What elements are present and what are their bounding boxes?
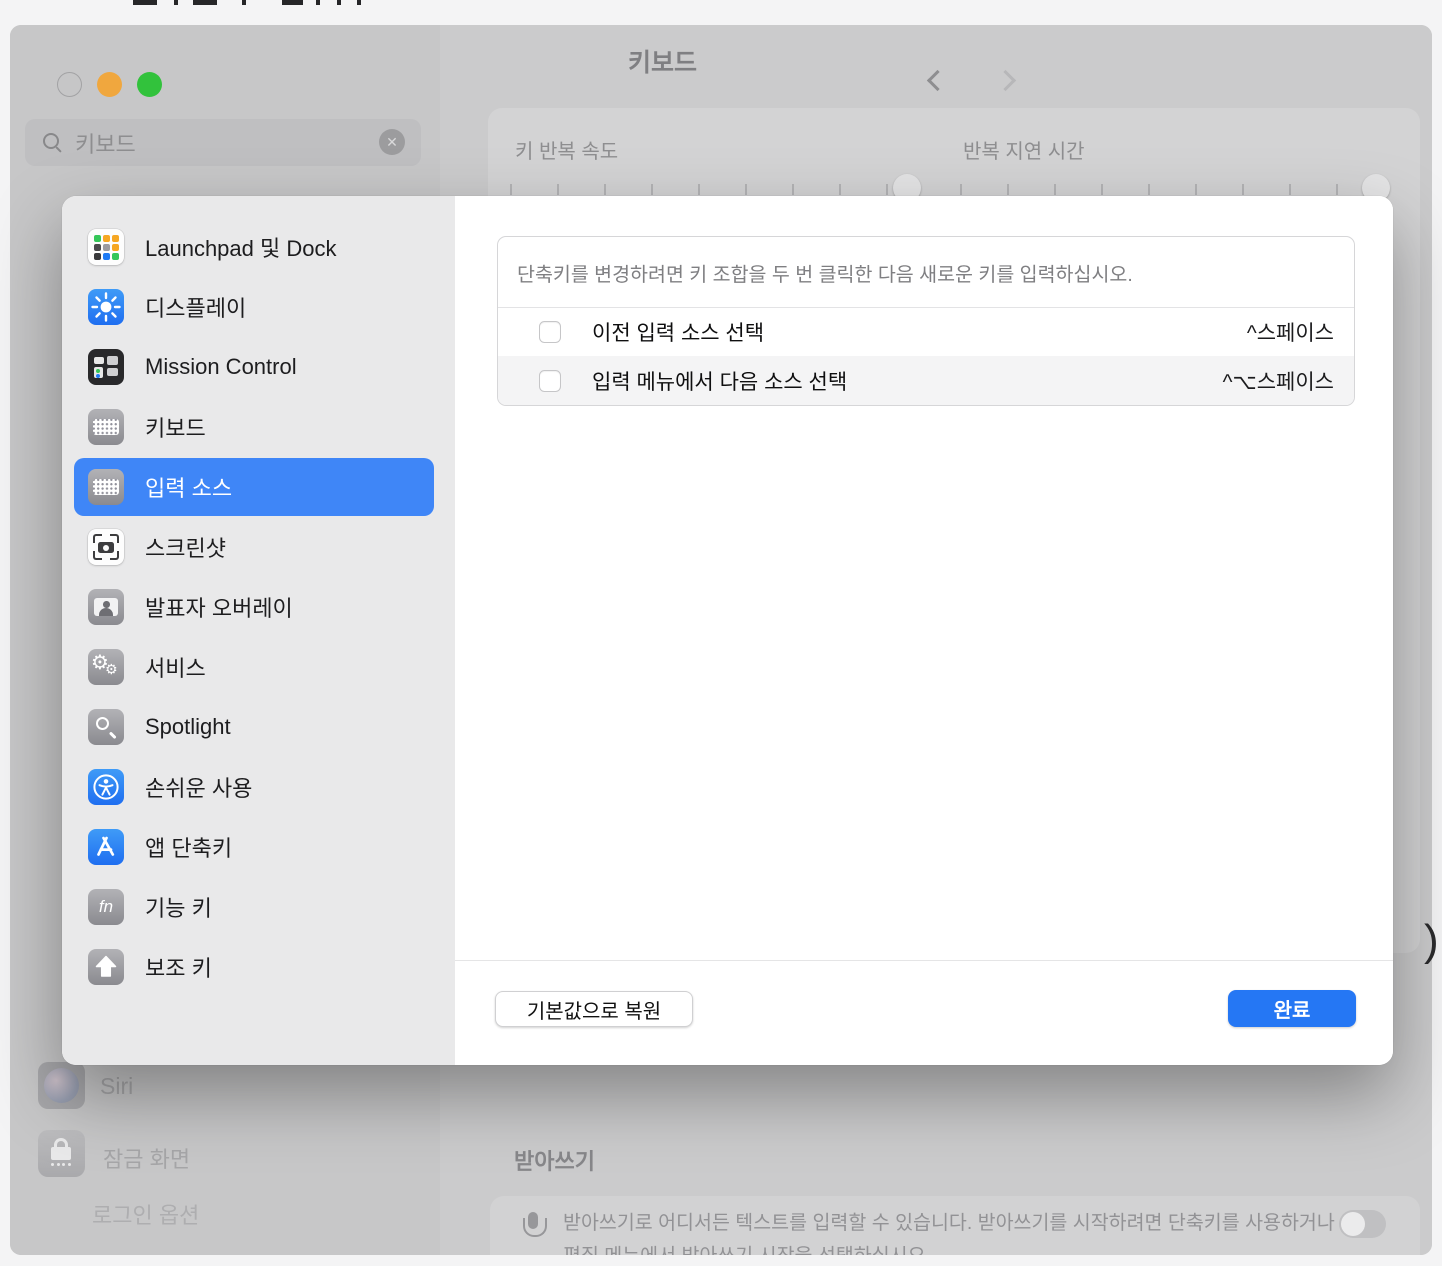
- shortcuts-content: 단축키를 변경하려면 키 조합을 두 번 클릭한 다음 새로운 키를 입력하십시…: [455, 196, 1393, 1065]
- repeat-delay-label: 반복 지연 시간: [963, 135, 1085, 164]
- done-button[interactable]: 완료: [1228, 990, 1356, 1027]
- sidebar-item-modifier-keys[interactable]: 보조 키: [74, 938, 434, 996]
- shortcut-checkbox[interactable]: [539, 370, 561, 392]
- sidebar-item-app-shortcuts[interactable]: 앱 단축키: [74, 818, 434, 876]
- shortcut-keys[interactable]: ^스페이스: [1247, 317, 1334, 347]
- page-title: 키보드: [628, 43, 697, 79]
- keyboard-icon: [88, 409, 124, 445]
- dictation-panel: 받아쓰기로 어디서든 텍스트를 입력할 수 있습니다. 받아쓰기를 시작하려면 …: [490, 1196, 1420, 1255]
- sidebar-item-lock-screen[interactable]: 잠금 화면: [103, 1142, 190, 1174]
- forward-chevron-icon[interactable]: [995, 70, 1016, 91]
- traffic-close-button[interactable]: [57, 72, 82, 97]
- restore-defaults-button[interactable]: 기본값으로 복원: [495, 991, 693, 1027]
- sidebar-item-accessibility[interactable]: 손쉬운 사용: [74, 758, 434, 816]
- search-icon: [43, 133, 63, 153]
- input-sources-keyboard-icon: [88, 469, 124, 505]
- shortcuts-instruction: 단축키를 변경하려면 키 조합을 두 번 클릭한 다음 새로운 키를 입력하십시…: [498, 237, 1354, 308]
- mission-control-icon: [88, 349, 124, 385]
- repeat-delay-slider-ticks: [960, 184, 1345, 195]
- search-value: 키보드: [75, 127, 136, 159]
- shift-arrow-icon: [88, 949, 124, 985]
- sidebar-item-services[interactable]: ⚙⚙ 서비스: [74, 638, 434, 696]
- sidebar-item-keyboard[interactable]: 키보드: [74, 398, 434, 456]
- services-gears-icon: ⚙⚙: [88, 649, 124, 685]
- traffic-zoom-button[interactable]: [137, 72, 162, 97]
- traffic-minimize-button[interactable]: [97, 72, 122, 97]
- sidebar-item-login-options[interactable]: 로그인 옵션: [92, 1198, 199, 1230]
- sidebar-item-display[interactable]: 디스플레이: [74, 278, 434, 336]
- sidebar-item-siri[interactable]: Siri: [100, 1073, 133, 1100]
- keyboard-shortcuts-sheet: Launchpad 및 Dock 디스플레이: [62, 196, 1393, 1065]
- dictation-description: 받아쓰기로 어디서든 텍스트를 입력할 수 있습니다. 받아쓰기를 시작하려면 …: [563, 1207, 1353, 1255]
- shortcut-keys[interactable]: ^⌥스페이스: [1223, 366, 1334, 396]
- shortcut-row-next-input-source[interactable]: 입력 메뉴에서 다음 소스 선택 ^⌥스페이스: [498, 356, 1354, 405]
- key-repeat-label: 키 반복 속도: [515, 135, 618, 164]
- sidebar-item-input-sources[interactable]: 입력 소스: [74, 458, 434, 516]
- search-clear-icon[interactable]: ✕: [379, 129, 405, 155]
- screen: 키보드 ✕ Siri 잠금 화면 로그인 옵션 키보드 키 반복 속도 반복: [0, 0, 1442, 1266]
- stray-glyph: ): [1424, 916, 1439, 966]
- shortcut-checkbox[interactable]: [539, 321, 561, 343]
- sidebar-item-mission-control[interactable]: Mission Control: [74, 338, 434, 396]
- launchpad-icon: [88, 229, 124, 265]
- key-repeat-slider-ticks: [510, 184, 895, 195]
- siri-icon: [38, 1062, 85, 1109]
- sidebar-item-screenshots[interactable]: 스크린샷: [74, 518, 434, 576]
- screenshot-icon: [88, 529, 124, 565]
- app-store-icon: [88, 829, 124, 865]
- back-chevron-icon[interactable]: [927, 70, 948, 91]
- shortcuts-table: 단축키를 변경하려면 키 조합을 두 번 클릭한 다음 새로운 키를 입력하십시…: [497, 236, 1355, 406]
- display-brightness-icon: [88, 289, 124, 325]
- lock-screen-icon: [38, 1130, 85, 1177]
- footer-divider: [455, 960, 1393, 961]
- sidebar-item-presenter-overlay[interactable]: 발표자 오버레이: [74, 578, 434, 636]
- sidebar-item-launchpad-dock[interactable]: Launchpad 및 Dock: [74, 218, 434, 276]
- spotlight-icon: [88, 709, 124, 745]
- microphone-icon: [522, 1212, 544, 1244]
- shortcut-row-previous-input-source[interactable]: 이전 입력 소스 선택 ^스페이스: [498, 308, 1354, 356]
- dictation-toggle[interactable]: [1339, 1210, 1386, 1238]
- sidebar-item-spotlight[interactable]: Spotlight: [74, 698, 434, 756]
- search-input[interactable]: 키보드 ✕: [25, 119, 421, 166]
- sidebar-item-function-keys[interactable]: fn 기능 키: [74, 878, 434, 936]
- accessibility-icon: [88, 769, 124, 805]
- presenter-overlay-icon: [88, 589, 124, 625]
- fn-key-icon: fn: [88, 889, 124, 925]
- dictation-heading: 받아쓰기: [514, 1144, 595, 1176]
- shortcuts-sidebar: Launchpad 및 Dock 디스플레이: [62, 196, 455, 1065]
